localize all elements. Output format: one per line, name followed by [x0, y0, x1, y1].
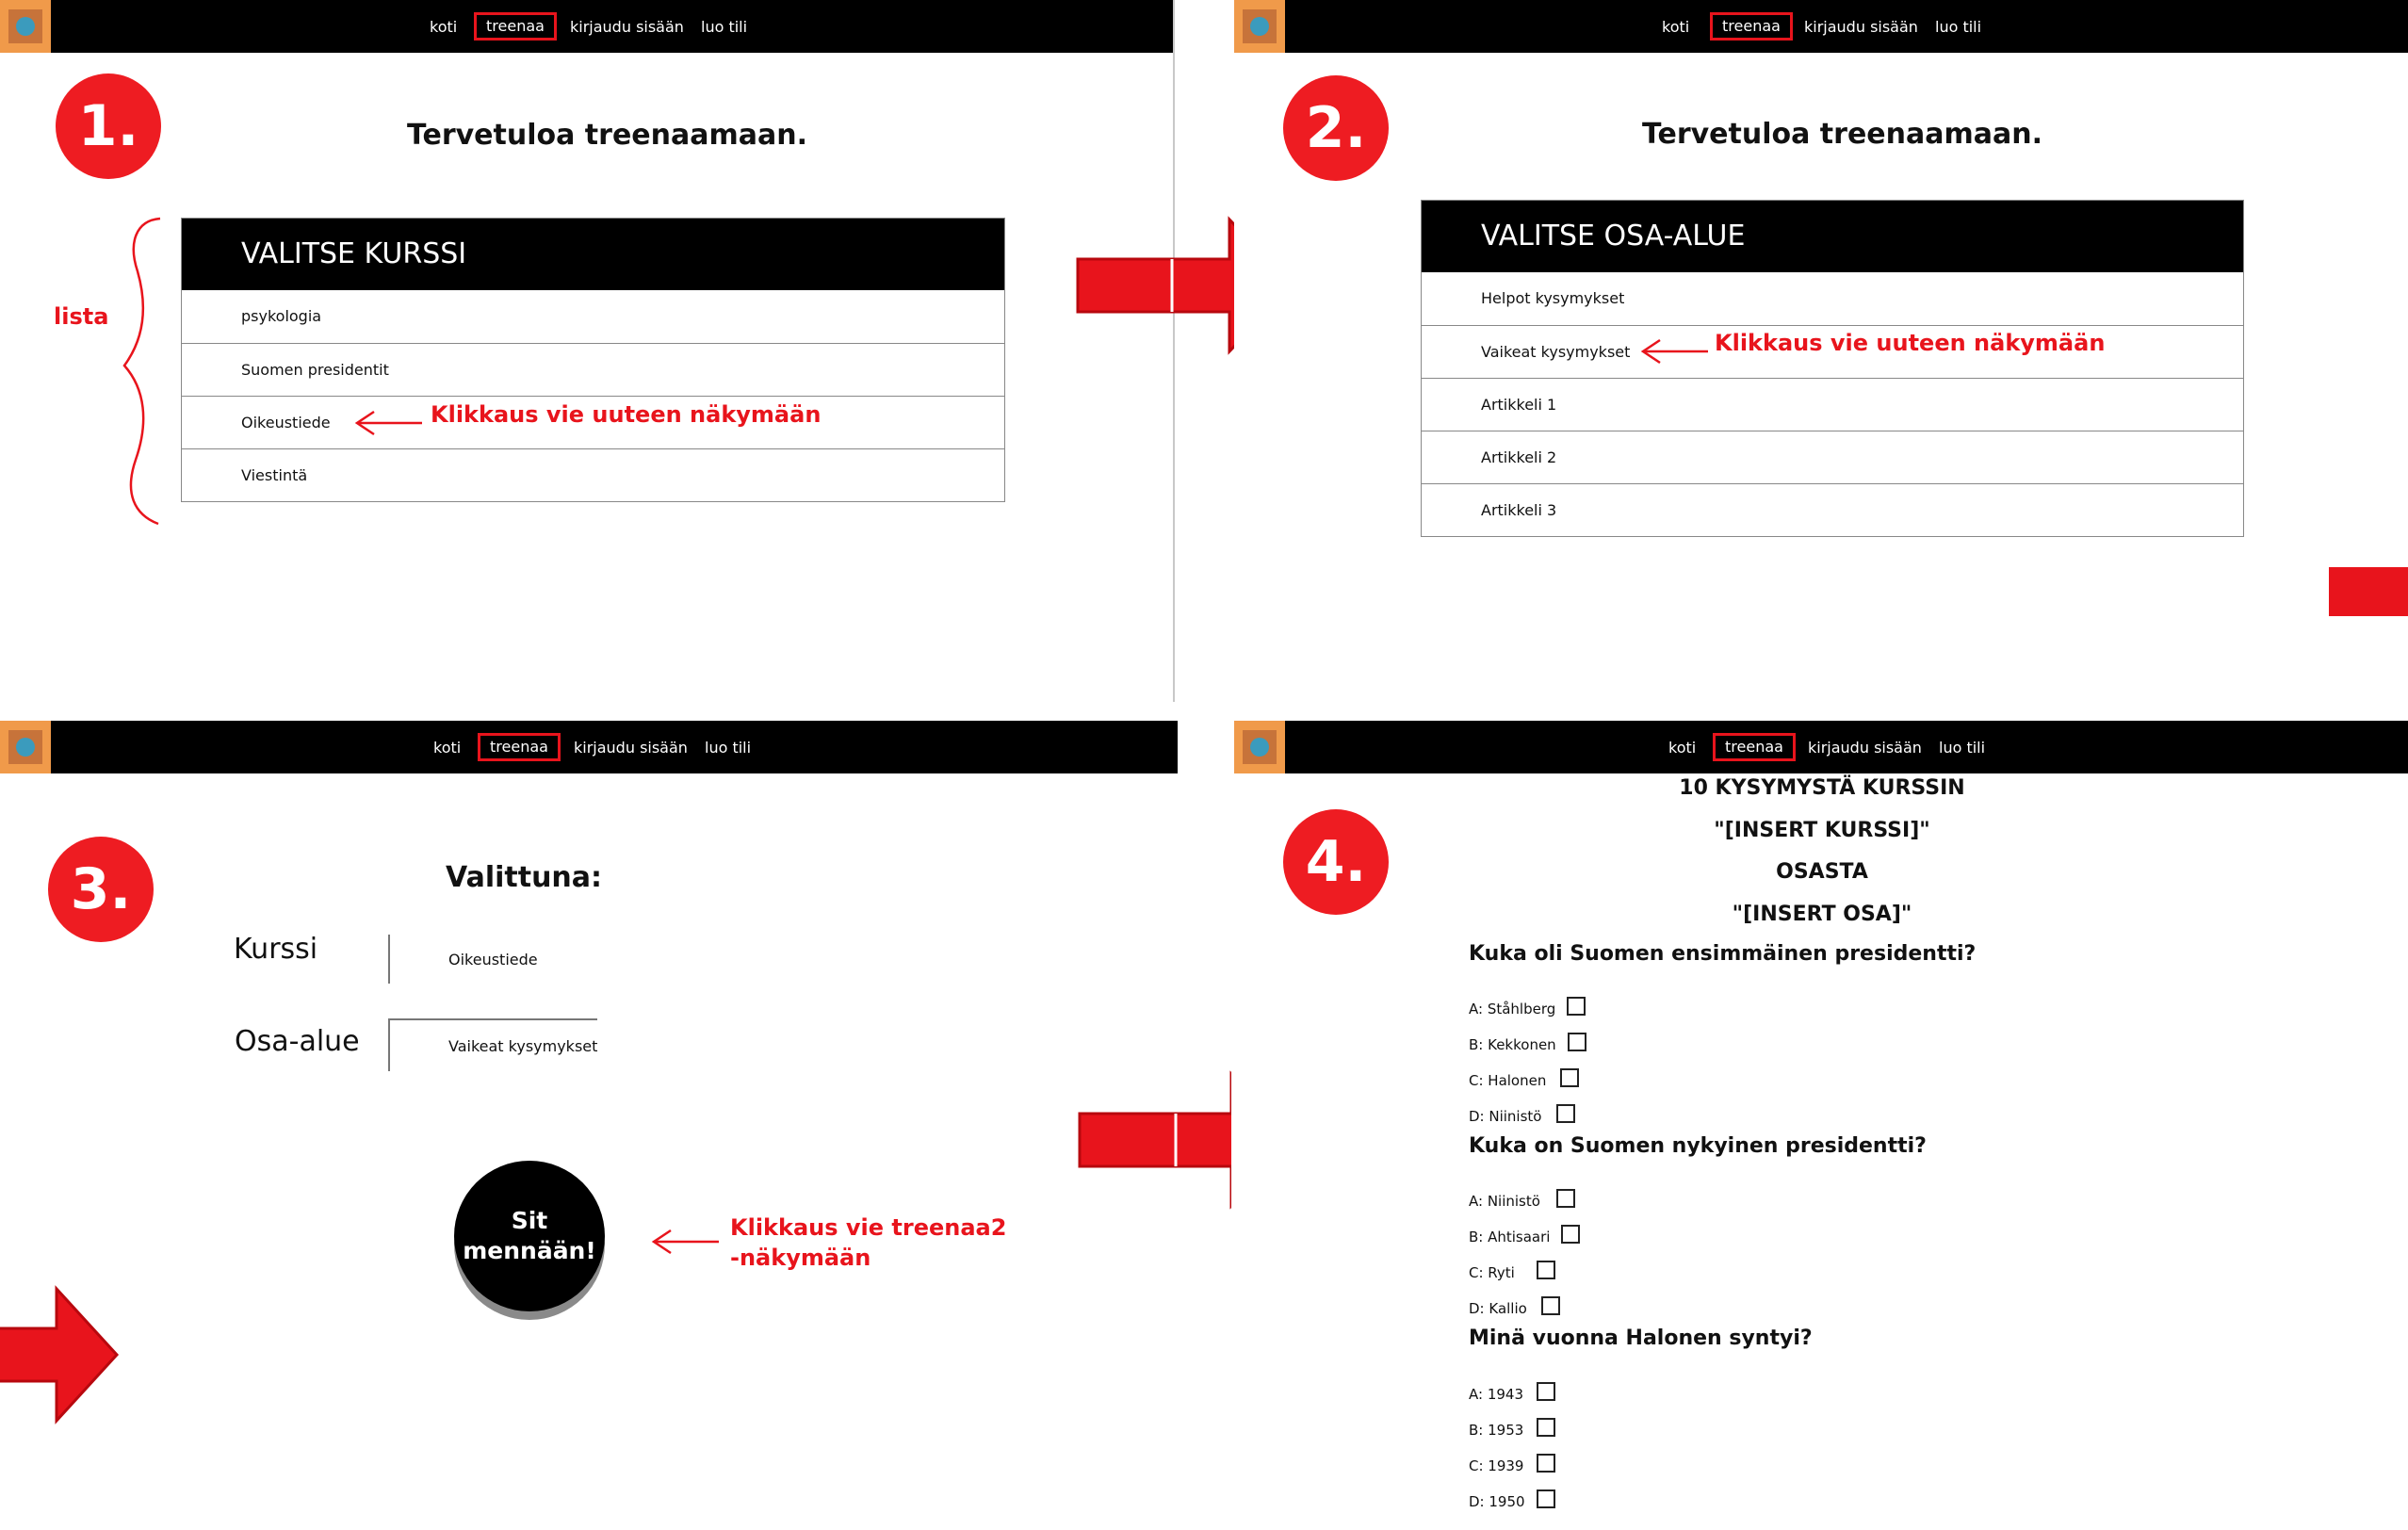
question-text: Kuka on Suomen nykyinen presidentti?: [1469, 1134, 1927, 1158]
list-item[interactable]: Helpot kysymykset: [1422, 272, 2243, 325]
click-annotation: Klikkaus vie uuteen näkymään: [1715, 330, 2106, 356]
panel-step-3: koti treenaa kirjaudu sisään luo tili 3.…: [0, 721, 1178, 1530]
area-label: Osa-alue: [235, 1025, 360, 1058]
logo[interactable]: [0, 0, 51, 53]
option-label: A: Ståhlberg: [1469, 1001, 1556, 1017]
welcome-heading: Tervetuloa treenaamaan.: [1642, 118, 2042, 151]
quiz-header-line: "[INSERT OSA]": [1732, 903, 1912, 926]
list-title: VALITSE OSA-ALUE: [1422, 201, 2243, 272]
navbar: koti treenaa kirjaudu sisään luo tili: [0, 0, 1173, 53]
list-item[interactable]: Suomen presidentit: [182, 343, 1004, 396]
nav-luo-tili[interactable]: luo tili: [697, 734, 758, 762]
start-button[interactable]: Sit mennään!: [454, 1161, 605, 1311]
option-checkbox[interactable]: [1537, 1261, 1555, 1279]
logo[interactable]: [0, 721, 51, 773]
list-title: VALITSE KURSSI: [182, 219, 1004, 290]
option-checkbox[interactable]: [1560, 1068, 1579, 1087]
course-list: VALITSE KURSSI psykologia Suomen preside…: [181, 218, 1005, 502]
option-label: B: Kekkonen: [1469, 1036, 1556, 1053]
option-checkbox[interactable]: [1556, 1104, 1575, 1123]
option-checkbox[interactable]: [1556, 1189, 1575, 1208]
field-divider: [388, 935, 390, 984]
nav-kirjaudu[interactable]: kirjaudu sisään: [1800, 734, 1929, 762]
list-item[interactable]: Artikkeli 3: [1422, 483, 2243, 536]
navbar: koti treenaa kirjaudu sisään luo tili: [0, 721, 1178, 773]
nav-koti[interactable]: koti: [1661, 734, 1703, 762]
option-label: B: 1953: [1469, 1422, 1524, 1439]
option-checkbox[interactable]: [1537, 1418, 1555, 1437]
panel-step-1: koti treenaa kirjaudu sisään luo tili 1.…: [0, 0, 1173, 702]
curly-brace-decoration: [122, 217, 161, 526]
step-badge: 1.: [56, 73, 161, 179]
selection-heading: Valittuna:: [446, 861, 603, 894]
list-item[interactable]: Viestintä: [182, 448, 1004, 501]
quiz-header-line: "[INSERT KURSSI]": [1714, 819, 1930, 842]
option-checkbox[interactable]: [1537, 1382, 1555, 1401]
list-item[interactable]: psykologia: [182, 290, 1004, 343]
option-label: A: 1943: [1469, 1386, 1523, 1403]
nav-kirjaudu[interactable]: kirjaudu sisään: [1797, 13, 1926, 41]
option-checkbox[interactable]: [1567, 997, 1586, 1016]
option-label: B: Ahtisaari: [1469, 1229, 1551, 1245]
start-button-label: mennään!: [463, 1237, 596, 1264]
logo[interactable]: [1234, 0, 1285, 53]
panel-step-4: koti treenaa kirjaudu sisään luo tili 4.…: [1231, 721, 2408, 1530]
step-badge: 3.: [48, 837, 154, 942]
nav-treenaa[interactable]: treenaa: [478, 733, 561, 761]
option-label: C: 1939: [1469, 1457, 1524, 1474]
option-label: A: Niinistö: [1469, 1193, 1540, 1210]
nav-treenaa[interactable]: treenaa: [1713, 733, 1796, 761]
panel-step-2: koti treenaa kirjaudu sisään luo tili 2.…: [1234, 0, 2408, 702]
start-button-label: Sit: [511, 1207, 548, 1234]
click-annotation: Klikkaus vie treenaa2 -näkymään: [730, 1213, 1006, 1273]
question-text: Minä vuonna Halonen syntyi?: [1469, 1327, 1813, 1350]
list-item[interactable]: Artikkeli 2: [1422, 431, 2243, 483]
question-text: Kuka oli Suomen ensimmäinen presidentti?: [1469, 942, 1977, 966]
step-badge: 2.: [1283, 75, 1389, 181]
arrow-right-icon: [0, 1285, 120, 1424]
arrow-left-icon: [651, 1229, 719, 1255]
nav-koti[interactable]: koti: [1654, 13, 1697, 41]
option-label: D: 1950: [1469, 1493, 1525, 1510]
nav-koti[interactable]: koti: [426, 734, 468, 762]
option-label: C: Ryti: [1469, 1264, 1515, 1281]
field-divider: [388, 1018, 390, 1071]
field-divider: [388, 1018, 597, 1020]
click-annotation: Klikkaus vie uuteen näkymään: [431, 401, 822, 428]
brace-label: lista: [54, 303, 109, 330]
navbar: koti treenaa kirjaudu sisään luo tili: [1234, 0, 2408, 53]
course-label: Kurssi: [234, 933, 318, 966]
option-label: D: Kallio: [1469, 1300, 1527, 1317]
nav-koti[interactable]: koti: [422, 13, 464, 41]
welcome-heading: Tervetuloa treenaamaan.: [407, 119, 807, 152]
arrow-left-icon: [1640, 338, 1708, 365]
area-value: Vaikeat kysymykset: [448, 1037, 598, 1055]
option-checkbox[interactable]: [1568, 1033, 1586, 1051]
option-checkbox[interactable]: [1541, 1296, 1560, 1315]
click-annotation-line: Klikkaus vie treenaa2: [730, 1214, 1007, 1241]
option-checkbox[interactable]: [1561, 1225, 1580, 1244]
nav-luo-tili[interactable]: luo tili: [1928, 13, 1989, 41]
click-annotation-line: -näkymään: [730, 1245, 871, 1271]
nav-treenaa[interactable]: treenaa: [1710, 12, 1793, 41]
option-checkbox[interactable]: [1537, 1454, 1555, 1473]
nav-luo-tili[interactable]: luo tili: [1931, 734, 1993, 762]
logo[interactable]: [1234, 721, 1285, 773]
nav-treenaa[interactable]: treenaa: [474, 12, 557, 41]
area-list: VALITSE OSA-ALUE Helpot kysymykset Vaike…: [1421, 200, 2244, 537]
navbar: koti treenaa kirjaudu sisään luo tili: [1234, 721, 2408, 773]
arrow-left-icon: [354, 410, 422, 436]
nav-kirjaudu[interactable]: kirjaudu sisään: [566, 734, 695, 762]
course-value: Oikeustiede: [448, 951, 538, 968]
quiz-header-line: OSASTA: [1776, 860, 1868, 884]
option-label: C: Halonen: [1469, 1072, 1547, 1089]
list-item[interactable]: Artikkeli 1: [1422, 378, 2243, 431]
arrow-fragment: [2329, 567, 2408, 616]
option-checkbox[interactable]: [1537, 1489, 1555, 1508]
quiz-header-line: 10 KYSYMYSTÄ KURSSIN: [1679, 776, 1965, 800]
nav-kirjaudu[interactable]: kirjaudu sisään: [562, 13, 691, 41]
nav-luo-tili[interactable]: luo tili: [693, 13, 755, 41]
option-label: D: Niinistö: [1469, 1108, 1542, 1125]
